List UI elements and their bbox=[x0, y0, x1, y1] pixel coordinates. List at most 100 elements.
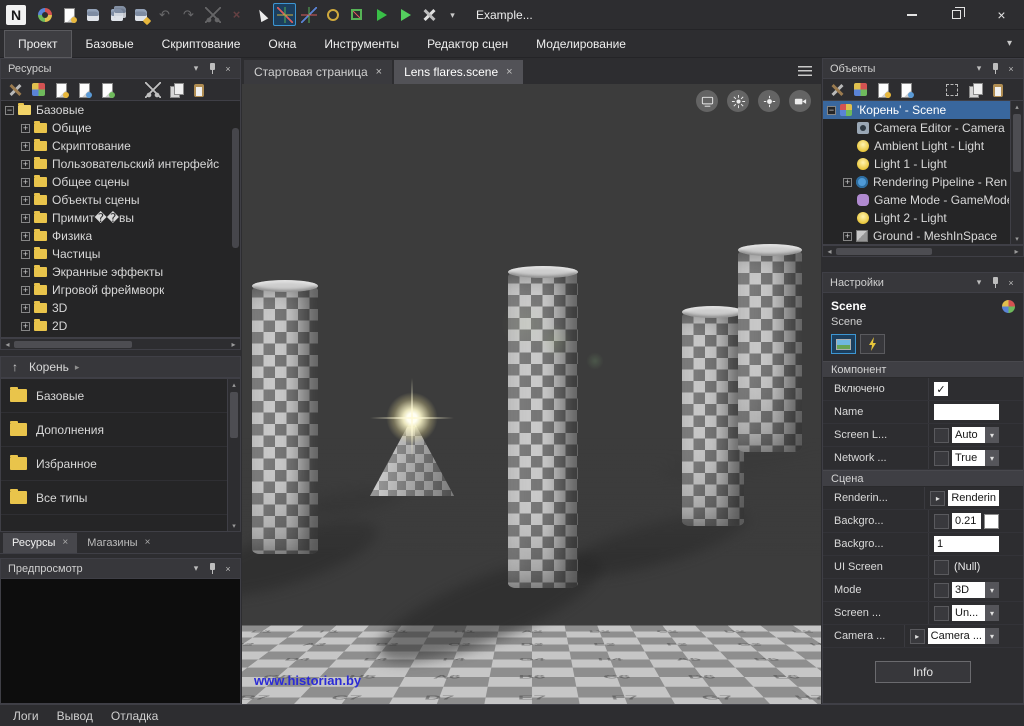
scroll-thumb[interactable] bbox=[836, 248, 932, 255]
display-button[interactable] bbox=[696, 90, 718, 112]
up-level-button[interactable]: ↑ bbox=[7, 359, 23, 375]
bottom-tab[interactable]: Магазины× bbox=[78, 533, 159, 553]
panel-close-button[interactable]: × bbox=[220, 561, 236, 576]
play-button[interactable] bbox=[369, 3, 392, 26]
object-tree-item[interactable]: +Ground - MeshInSpace bbox=[823, 227, 1023, 245]
file-edit-button[interactable] bbox=[97, 80, 117, 100]
scroll-right-icon[interactable]: ▸ bbox=[227, 340, 240, 349]
checkbox[interactable]: ✓ bbox=[934, 382, 948, 396]
gizmo-select-button[interactable] bbox=[273, 3, 296, 26]
number-field[interactable]: 1 bbox=[934, 536, 999, 552]
panel-menu-button[interactable]: ▾ bbox=[971, 61, 987, 76]
expand-expander[interactable]: + bbox=[21, 160, 30, 169]
menu-item-6[interactable]: Моделирование bbox=[522, 30, 640, 58]
scroll-up-icon[interactable]: ▴ bbox=[232, 379, 236, 390]
panel-menu-button[interactable]: ▾ bbox=[188, 561, 204, 576]
panel-close-button[interactable]: × bbox=[1003, 275, 1019, 290]
paste-button[interactable] bbox=[189, 80, 209, 100]
undo-button[interactable]: ↶ bbox=[153, 3, 176, 26]
menu-item-0[interactable]: Проект bbox=[4, 30, 72, 58]
tree-item[interactable]: +Общее сцены bbox=[1, 173, 240, 191]
expander[interactable]: + bbox=[843, 178, 852, 187]
dropdown[interactable]: 3D▾ bbox=[952, 582, 999, 598]
dropdown-arrow-icon[interactable]: ▾ bbox=[985, 582, 999, 598]
status-item[interactable]: Отладка bbox=[102, 709, 167, 723]
menu-item-4[interactable]: Инструменты bbox=[310, 30, 413, 58]
dropdown[interactable]: Auto▾ bbox=[952, 427, 999, 443]
document-list-button[interactable] bbox=[798, 66, 812, 76]
cut-button[interactable] bbox=[143, 80, 163, 100]
scroll-thumb[interactable] bbox=[230, 392, 238, 438]
gizmo-rotate-button[interactable] bbox=[321, 3, 344, 26]
tab-properties[interactable] bbox=[831, 334, 856, 354]
categories-scrollbar[interactable]: ▴ ▾ bbox=[227, 379, 240, 531]
tree-item[interactable]: +Частицы bbox=[1, 245, 240, 263]
scroll-down-icon[interactable]: ▾ bbox=[1015, 233, 1019, 244]
delete-button[interactable] bbox=[120, 80, 140, 100]
tree-item[interactable]: +3D bbox=[1, 299, 240, 317]
gizmo-scale-button[interactable] bbox=[345, 3, 368, 26]
delete-button[interactable]: × bbox=[225, 3, 248, 26]
menu-item-1[interactable]: Базовые bbox=[72, 30, 148, 58]
tree-item[interactable]: +Физика bbox=[1, 227, 240, 245]
file-import-button[interactable] bbox=[896, 80, 916, 100]
build-chevron-button[interactable]: ▾ bbox=[441, 3, 464, 26]
object-tree-item[interactable]: +Rendering Pipeline - Ren bbox=[823, 173, 1023, 191]
document-tab[interactable]: Стартовая страница× bbox=[244, 60, 392, 84]
dropdown[interactable]: Un...▾ bbox=[952, 605, 999, 621]
menu-item-2[interactable]: Скриптование bbox=[148, 30, 255, 58]
scene-viewport[interactable]: A1B1C1D1E1F1G1H1A2B2C2D2E2F2G2H2A3D2E2F2… bbox=[242, 84, 821, 704]
copy-button[interactable] bbox=[965, 80, 985, 100]
components-button[interactable] bbox=[28, 80, 48, 100]
tree-item[interactable]: +Экранные эффекты bbox=[1, 263, 240, 281]
tab-close-icon[interactable]: × bbox=[506, 66, 512, 78]
category-item[interactable]: Дополнения bbox=[1, 413, 240, 447]
restore-button[interactable] bbox=[934, 0, 979, 30]
save-button[interactable] bbox=[81, 3, 104, 26]
tree-item[interactable]: +Игровой фреймворк bbox=[1, 281, 240, 299]
pin-button[interactable] bbox=[987, 61, 1003, 76]
close-button[interactable]: × bbox=[979, 0, 1024, 30]
menu-item-5[interactable]: Редактор сцен bbox=[413, 30, 522, 58]
object-tree-item[interactable]: −'Корень' - Scene bbox=[823, 101, 1023, 119]
object-tree-item[interactable]: Light 1 - Light bbox=[823, 155, 1023, 173]
expander[interactable]: + bbox=[843, 232, 852, 241]
tab-close-icon[interactable]: × bbox=[62, 537, 68, 548]
expand-expander[interactable]: + bbox=[21, 286, 30, 295]
object-tree-item[interactable]: Light 2 - Light bbox=[823, 209, 1023, 227]
scroll-thumb[interactable] bbox=[14, 341, 132, 348]
delete-button[interactable] bbox=[919, 80, 939, 100]
status-item[interactable]: Вывод bbox=[48, 709, 102, 723]
menu-overflow-button[interactable]: ▾ bbox=[1007, 38, 1012, 49]
tree-item[interactable]: +Пользовательский интерфейс bbox=[1, 155, 240, 173]
expand-expander[interactable]: + bbox=[21, 124, 30, 133]
document-tab[interactable]: Lens flares.scene× bbox=[394, 60, 523, 84]
menu-item-3[interactable]: Окна bbox=[254, 30, 310, 58]
expand-button[interactable]: ▸ bbox=[910, 629, 925, 644]
camera-button[interactable] bbox=[789, 90, 811, 112]
default-button[interactable] bbox=[934, 428, 949, 443]
pin-button[interactable] bbox=[987, 275, 1003, 290]
components-button[interactable] bbox=[850, 80, 870, 100]
dropdown-arrow-icon[interactable]: ▾ bbox=[985, 628, 999, 644]
settings-button[interactable] bbox=[33, 3, 56, 26]
reference-field[interactable]: Renderin bbox=[948, 490, 999, 506]
object-tree-item[interactable]: Ambient Light - Light bbox=[823, 137, 1023, 155]
scroll-left-icon[interactable]: ◂ bbox=[1, 340, 14, 349]
resources-tree-scrollbar[interactable] bbox=[232, 128, 239, 248]
scroll-thumb[interactable] bbox=[1013, 114, 1021, 172]
scroll-up-icon[interactable]: ▴ bbox=[1015, 101, 1019, 112]
select-box-button[interactable] bbox=[942, 80, 962, 100]
expand-button[interactable]: ▸ bbox=[930, 491, 945, 506]
expand-expander[interactable]: + bbox=[21, 196, 30, 205]
default-button[interactable] bbox=[934, 560, 949, 575]
tab-events[interactable] bbox=[860, 334, 885, 354]
tree-item[interactable]: +2D bbox=[1, 317, 240, 335]
dropdown[interactable]: True▾ bbox=[952, 450, 999, 466]
dropdown[interactable]: Camera ...▾ bbox=[928, 628, 999, 644]
resources-hscrollbar[interactable]: ◂ ▸ bbox=[0, 338, 241, 350]
default-button[interactable] bbox=[934, 451, 949, 466]
default-button[interactable] bbox=[934, 514, 949, 529]
tab-close-icon[interactable]: × bbox=[376, 66, 382, 78]
gizmo-move-button[interactable] bbox=[297, 3, 320, 26]
